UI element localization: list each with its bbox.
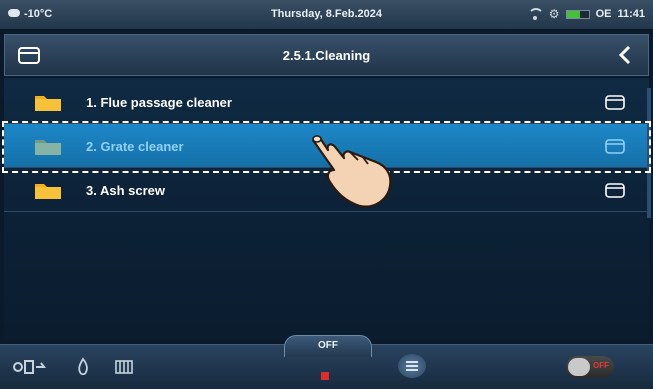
- toggle-label: OFF: [593, 361, 609, 370]
- list-item-label: 3. Ash screw: [86, 183, 166, 198]
- list-item-label: 1. Flue passage cleaner: [86, 95, 232, 110]
- clock: 11:41: [617, 8, 645, 20]
- list-item-selected[interactable]: 2. Grate cleaner: [4, 124, 649, 168]
- menu-icon[interactable]: [398, 354, 426, 378]
- back-button[interactable]: [614, 43, 638, 67]
- chevron-left-icon: [618, 45, 631, 65]
- page-title: 2.5.1.Cleaning: [282, 48, 371, 63]
- pump-icon: ⚙: [548, 7, 560, 21]
- alarm-indicator: [321, 372, 329, 380]
- list-item-label: 2. Grate cleaner: [86, 139, 184, 154]
- scrollbar[interactable]: [647, 88, 651, 218]
- heater-icon[interactable]: [114, 357, 134, 377]
- folder-outline-icon[interactable]: [605, 182, 625, 198]
- status-bar: -10°C Thursday, 8.Feb.2024 ⚙ OE 11:41: [0, 0, 653, 30]
- wifi-icon: [527, 8, 544, 20]
- folder-icon: [35, 140, 61, 155]
- mode-off-tab[interactable]: OFF: [284, 335, 372, 357]
- folder-icon: [35, 184, 61, 199]
- folder-outline-icon[interactable]: [605, 138, 625, 154]
- flame-icon[interactable]: [76, 357, 90, 377]
- list-item[interactable]: 1. Flue passage cleaner: [4, 80, 649, 124]
- status-right: ⚙ OE 11:41: [527, 7, 645, 21]
- folder-icon: [35, 96, 61, 111]
- list-item[interactable]: 3. Ash screw: [4, 168, 649, 212]
- page-header: 2.5.1.Cleaning: [4, 34, 649, 76]
- toggle-knob: [568, 358, 590, 376]
- boiler-mode-icon[interactable]: [12, 357, 48, 377]
- power-toggle[interactable]: OFF: [566, 356, 614, 378]
- folder-outline-icon[interactable]: [605, 94, 625, 110]
- battery-icon: [565, 9, 590, 19]
- mode-indicator: OE: [595, 8, 612, 20]
- cleaning-list: 1. Flue passage cleaner 2. Grate cleaner…: [4, 78, 649, 340]
